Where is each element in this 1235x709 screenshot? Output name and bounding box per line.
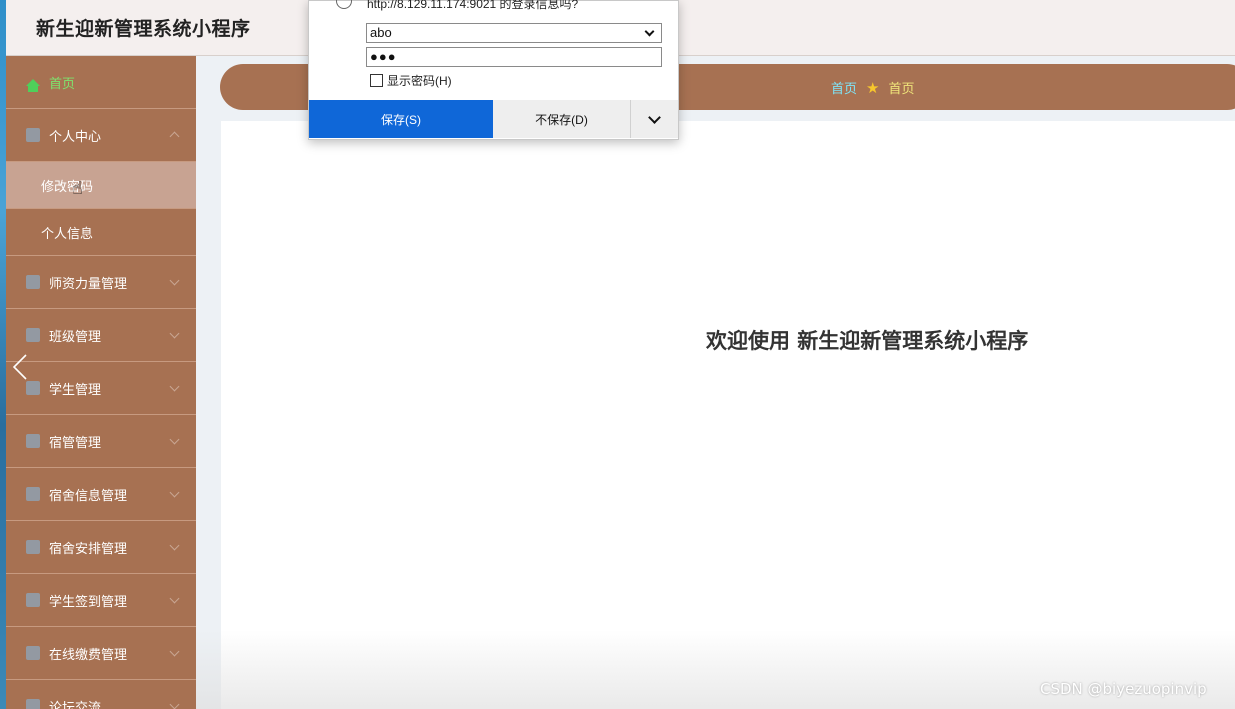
show-password-label: 显示密码(H) <box>387 74 452 88</box>
password-value: ●●● <box>370 49 397 64</box>
save-password-dialog: http://8.129.11.174:9021 的登录信息吗? abo ●●●… <box>308 0 679 140</box>
briefcase-icon <box>26 381 40 395</box>
sidebar-item-home[interactable]: 首页 <box>6 56 196 109</box>
monitor-icon <box>26 275 40 289</box>
sidebar-subitem-label: 个人信息 <box>41 226 94 242</box>
mouse-cursor-icon: ☝ <box>72 178 83 199</box>
star-icon: ★ <box>866 78 880 97</box>
chevron-up-icon <box>169 131 180 142</box>
sidebar-item-label: 首页 <box>49 76 76 92</box>
sidebar-item-dorm-info[interactable]: 宿舍信息管理 <box>6 468 196 521</box>
chevron-down-icon <box>169 593 180 604</box>
sidebar-item-label: 师资力量管理 <box>49 276 128 292</box>
username-field[interactable]: abo <box>366 23 662 43</box>
clipboard-icon <box>26 646 40 660</box>
show-password-checkbox[interactable]: 显示密码(H) <box>370 72 452 89</box>
breadcrumb-current: 首页 <box>888 82 915 97</box>
sidebar-item-label: 宿舍安排管理 <box>49 541 128 557</box>
sidebar-item-label: 在线缴费管理 <box>49 647 128 663</box>
watermark: CSDN @biyezuopinvip <box>1040 680 1207 698</box>
sidebar-item-classes[interactable]: 班级管理 <box>6 309 196 362</box>
key-icon <box>336 0 352 9</box>
sidebar-subitem-change-password[interactable]: 修改密码 <box>6 162 196 209</box>
chevron-down-icon <box>169 381 180 392</box>
sliders-icon <box>26 540 40 554</box>
sidebar-item-checkin[interactable]: 学生签到管理 <box>6 574 196 627</box>
save-button[interactable]: 保存(S) <box>309 100 493 138</box>
sidebar-item-label: 宿舍信息管理 <box>49 488 128 504</box>
sidebar-item-label: 学生签到管理 <box>49 594 128 610</box>
sidebar-item-label: 个人中心 <box>49 129 102 145</box>
chevron-down-icon <box>648 111 661 124</box>
chevron-down-icon <box>169 275 180 286</box>
dont-save-button[interactable]: 不保存(D) <box>493 100 630 138</box>
sidebar: 首页 个人中心 修改密码 个人信息 师资力量管理 班级管理 学生管理 宿管管理 … <box>6 56 196 709</box>
sidebar-item-label: 宿管管理 <box>49 435 102 451</box>
user-icon <box>26 128 40 142</box>
list-icon <box>26 328 40 342</box>
checkbox-icon[interactable] <box>370 74 383 87</box>
chevron-down-icon <box>169 487 180 498</box>
chevron-down-icon <box>169 328 180 339</box>
sidebar-item-dorm-arrangement[interactable]: 宿舍安排管理 <box>6 521 196 574</box>
chevron-down-icon <box>169 540 180 551</box>
sidebar-subitem-personal-info[interactable]: 个人信息 <box>6 209 196 256</box>
sidebar-item-label: 论坛交流 <box>49 700 102 709</box>
sidebar-item-label: 学生管理 <box>49 382 102 398</box>
chevron-down-icon <box>169 646 180 657</box>
content-panel <box>221 121 1235 709</box>
sidebar-item-students[interactable]: 学生管理 <box>6 362 196 415</box>
username-value: abo <box>370 25 392 40</box>
send-icon <box>26 487 40 501</box>
list-icon <box>26 593 40 607</box>
monitor-icon <box>26 699 40 709</box>
breadcrumb: 首页 ★ 首页 <box>831 78 915 98</box>
chevron-down-icon <box>169 434 180 445</box>
clipboard-icon <box>26 434 40 448</box>
password-field[interactable]: ●●● <box>366 47 662 67</box>
sidebar-item-teachers[interactable]: 师资力量管理 <box>6 256 196 309</box>
sidebar-item-dorm-managers[interactable]: 宿管管理 <box>6 415 196 468</box>
more-options-button[interactable] <box>630 100 678 138</box>
chevron-left-icon[interactable] <box>13 354 27 380</box>
dialog-prompt: http://8.129.11.174:9021 的登录信息吗? <box>367 0 579 11</box>
app-title: 新生迎新管理系统小程序 <box>36 18 251 40</box>
sidebar-item-personal-center[interactable]: 个人中心 <box>6 109 196 162</box>
sidebar-subitem-label: 修改密码 <box>41 179 94 195</box>
home-icon <box>26 78 40 92</box>
chevron-down-icon <box>169 699 180 709</box>
breadcrumb-home-link[interactable]: 首页 <box>831 78 857 97</box>
welcome-text: 欢迎使用 新生迎新管理系统小程序 <box>706 329 1029 353</box>
sidebar-item-forum[interactable]: 论坛交流 <box>6 680 196 709</box>
sidebar-item-payment[interactable]: 在线缴费管理 <box>6 627 196 680</box>
sidebar-item-label: 班级管理 <box>49 329 102 345</box>
chevron-down-icon[interactable] <box>644 26 655 37</box>
